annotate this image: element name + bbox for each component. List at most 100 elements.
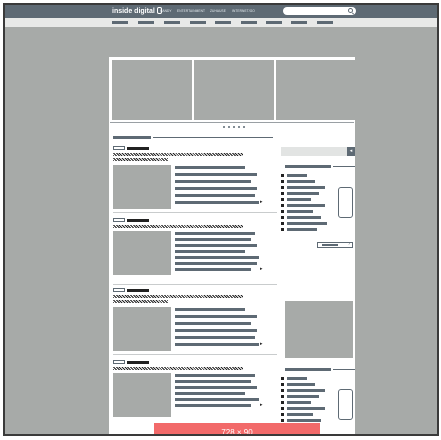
article-card[interactable]: ▸ — [113, 285, 277, 355]
phone-icon — [338, 187, 353, 218]
sidebar-section-title — [285, 368, 331, 371]
subnav-item[interactable] — [241, 21, 257, 24]
list-bullet — [281, 413, 284, 416]
nav-item-zuhause[interactable]: ZUHAUSE — [210, 9, 226, 14]
sidebar-search-button[interactable]: ◂ — [347, 147, 355, 156]
article-card[interactable]: ▸ — [113, 143, 277, 213]
more-button[interactable]: › — [317, 241, 353, 248]
article-headline[interactable] — [113, 295, 243, 298]
teaser-line — [175, 343, 259, 346]
list-item[interactable] — [287, 389, 325, 392]
ad-banner-728x90[interactable]: 728 × 90 — [154, 423, 320, 434]
list-item[interactable] — [287, 395, 319, 398]
list-item[interactable] — [287, 222, 327, 225]
list-item[interactable] — [287, 419, 321, 422]
slide-placeholder[interactable] — [276, 60, 356, 120]
slider-dot[interactable] — [233, 126, 235, 128]
list-bullet — [281, 401, 284, 404]
subnav-item[interactable] — [138, 21, 154, 24]
read-more-arrow-icon[interactable]: ▸ — [260, 403, 263, 408]
slider-dots[interactable] — [221, 126, 251, 129]
chevron-right-icon: › — [348, 241, 350, 247]
list-bullet — [281, 192, 284, 195]
list-item[interactable] — [287, 216, 321, 219]
teaser-line — [175, 322, 251, 325]
list-item[interactable] — [287, 186, 325, 189]
list-item[interactable] — [287, 204, 325, 207]
read-more-arrow-icon[interactable]: ▸ — [260, 200, 263, 205]
category-tag[interactable] — [113, 360, 125, 364]
list-item[interactable] — [287, 192, 319, 195]
search-icon[interactable] — [348, 8, 353, 13]
sidebar-search-input[interactable] — [281, 147, 347, 156]
top-navigation-bar: inside digital HANDY ENTERTAINMENT ZUHAU… — [5, 5, 437, 18]
subnav-item[interactable] — [190, 21, 206, 24]
list-item[interactable] — [287, 413, 313, 416]
list-item[interactable] — [287, 228, 317, 231]
list-item[interactable] — [287, 198, 311, 201]
article-image[interactable] — [113, 373, 171, 417]
hero-slider[interactable] — [110, 58, 356, 123]
list-bullet — [281, 389, 284, 392]
read-more-arrow-icon[interactable]: ▸ — [260, 267, 263, 272]
category-tag[interactable] — [113, 146, 125, 150]
list-item[interactable] — [287, 401, 311, 404]
category-tag[interactable] — [113, 288, 125, 292]
category-tag[interactable] — [113, 218, 125, 222]
site-logo[interactable]: inside digital — [112, 7, 162, 16]
nav-item-internet[interactable]: INTERNET/GO — [232, 9, 255, 14]
sidebar: ◂ › — [281, 135, 355, 434]
list-item[interactable] — [287, 174, 307, 177]
article-card[interactable]: ▸ — [113, 357, 277, 427]
teaser-line — [175, 308, 245, 311]
subnav-item[interactable] — [112, 21, 128, 24]
list-bullet — [281, 180, 284, 183]
nav-item-handy[interactable]: HANDY — [160, 9, 172, 14]
list-item[interactable] — [287, 180, 315, 183]
article-image[interactable] — [113, 165, 171, 209]
subnav-item[interactable] — [266, 21, 282, 24]
category-label — [127, 219, 149, 222]
search-input[interactable] — [283, 7, 356, 15]
slide-placeholder[interactable] — [194, 60, 274, 120]
list-bullet — [281, 198, 284, 201]
subnav-item[interactable] — [317, 21, 333, 24]
article-headline[interactable] — [113, 367, 243, 370]
article-image[interactable] — [113, 231, 171, 275]
slider-dot[interactable] — [228, 126, 230, 128]
article-headline[interactable] — [113, 158, 168, 161]
list-item[interactable] — [287, 377, 307, 380]
list-bullet — [281, 222, 284, 225]
category-label — [127, 147, 149, 150]
sidebar-divider — [333, 369, 355, 370]
read-more-arrow-icon[interactable]: ▸ — [260, 342, 263, 347]
list-bullet — [281, 216, 284, 219]
category-label — [127, 361, 149, 364]
article-card[interactable]: ▸ — [113, 215, 277, 285]
subnav-item[interactable] — [291, 21, 307, 24]
article-image[interactable] — [113, 307, 171, 351]
article-headline[interactable] — [113, 300, 168, 303]
subnav-item[interactable] — [215, 21, 231, 24]
list-item[interactable] — [287, 407, 325, 410]
section-title-bar — [113, 136, 151, 139]
slider-dot[interactable] — [238, 126, 240, 128]
teaser-line — [175, 268, 251, 271]
teaser-line — [175, 173, 257, 176]
list-item[interactable] — [287, 210, 313, 213]
sidebar-ad-placeholder[interactable] — [285, 301, 353, 358]
article-headline[interactable] — [113, 225, 243, 228]
nav-item-entertainment[interactable]: ENTERTAINMENT — [177, 9, 205, 14]
list-bullet — [281, 228, 284, 231]
article-headline[interactable] — [113, 153, 243, 156]
teaser-line — [175, 166, 245, 169]
teaser-line — [175, 238, 251, 241]
teaser-line — [175, 194, 255, 197]
slider-dot[interactable] — [243, 126, 245, 128]
teaser-line — [175, 329, 257, 332]
slider-dot[interactable] — [223, 126, 225, 128]
slide-placeholder[interactable] — [112, 60, 192, 120]
list-bullet — [281, 383, 284, 386]
subnav-item[interactable] — [164, 21, 180, 24]
list-item[interactable] — [287, 383, 315, 386]
